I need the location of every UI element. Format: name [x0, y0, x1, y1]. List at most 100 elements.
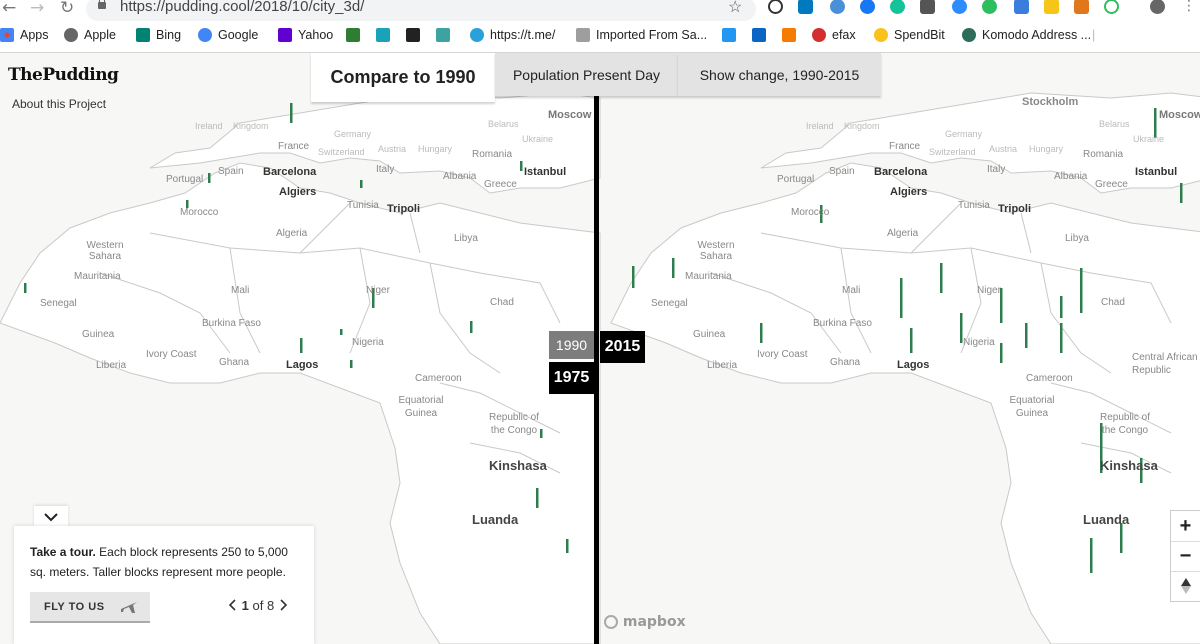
label-romania: Romania: [1083, 149, 1124, 160]
population-spike: [24, 283, 27, 293]
tour-title: Take a tour.: [30, 545, 96, 559]
label-western-sahara: Western Sahara: [86, 240, 124, 262]
population-spike: [520, 161, 523, 171]
zoom-out-button[interactable]: −: [1171, 541, 1200, 572]
extension-icon[interactable]: [768, 0, 783, 14]
chevron-left-icon[interactable]: [228, 599, 238, 611]
population-spike: [910, 328, 913, 353]
extension-icon[interactable]: [860, 0, 875, 14]
url-text[interactable]: https://pudding.cool/2018/10/city_3d/: [120, 0, 364, 15]
bookmark-bing[interactable]: Bing: [136, 28, 181, 42]
extension-icon[interactable]: [1014, 0, 1029, 14]
evernote-icon[interactable]: [982, 0, 997, 14]
label-ireland: Ireland: [195, 121, 223, 131]
chevron-down-icon: [44, 513, 58, 522]
population-spike: [760, 323, 763, 343]
about-link[interactable]: About this Project: [12, 97, 106, 111]
bookmark-folder[interactable]: Imported From Sa...: [576, 28, 707, 42]
extension-icon[interactable]: [1104, 0, 1119, 14]
fly-to-us-button[interactable]: FLY TO US: [30, 592, 150, 623]
menu-icon[interactable]: ⋮: [1182, 0, 1196, 14]
profile-avatar[interactable]: [1150, 0, 1165, 14]
label-niger: Niger: [366, 285, 390, 296]
zoom-in-button[interactable]: +: [1171, 511, 1200, 542]
population-spike: [1090, 538, 1093, 573]
bookmark-extra[interactable]: [722, 28, 742, 42]
label-switzerland: Switzerland: [318, 147, 365, 157]
chevron-right-icon[interactable]: [278, 599, 288, 611]
bookmark-extra[interactable]: [346, 28, 366, 42]
star-icon[interactable]: ☆: [728, 0, 742, 17]
label-burkina-faso: Burkina Faso: [202, 318, 261, 329]
population-spike: [350, 360, 353, 368]
tab-show-change[interactable]: Show change, 1990-2015: [678, 53, 881, 96]
bookmark-google[interactable]: Google: [198, 28, 258, 42]
zoom-icon[interactable]: [952, 0, 967, 14]
reload-icon[interactable]: ↻: [60, 0, 74, 18]
bookmark-amazon[interactable]: [406, 28, 426, 42]
zoom-controls: + −: [1170, 510, 1200, 602]
bookmark-apple[interactable]: Apple: [64, 28, 116, 42]
label-switzerland: Switzerland: [929, 147, 976, 157]
arrow-right-icon[interactable]: →: [30, 0, 44, 18]
bookmark-apps[interactable]: Apps: [0, 28, 49, 42]
label-hungary: Hungary: [418, 144, 453, 154]
pudding-logo[interactable]: ThePudding: [8, 65, 119, 85]
bookmark-extra[interactable]: [782, 28, 802, 42]
label-greece: Greece: [1095, 179, 1128, 190]
compare-slider-divider[interactable]: [594, 96, 599, 644]
label-ivory-coast: Ivory Coast: [757, 349, 808, 360]
label-nigeria: Nigeria: [963, 337, 995, 348]
google-icon: [198, 28, 212, 42]
bookmark-spendbit[interactable]: SpendBit: [874, 28, 945, 42]
tab-compare-1990[interactable]: Compare to 1990: [311, 53, 495, 102]
arrow-left-icon[interactable]: ←: [2, 0, 16, 18]
tab-population-present[interactable]: Population Present Day: [495, 53, 678, 96]
tour-toggle-button[interactable]: [34, 506, 68, 528]
city-moscow: Moscow: [548, 109, 592, 121]
label-hungary: Hungary: [1029, 144, 1064, 154]
extension-icon[interactable]: [830, 0, 845, 14]
grammarly-icon[interactable]: [890, 0, 905, 14]
compass-button[interactable]: [1171, 571, 1200, 601]
mapbox-attribution[interactable]: mapbox: [604, 614, 686, 630]
telegram-icon: [470, 28, 484, 42]
bookmark-extra[interactable]: [376, 28, 396, 42]
bookmark-icon: [722, 28, 736, 42]
qr-icon[interactable]: [920, 0, 935, 14]
label-italy: Italy: [987, 164, 1006, 175]
label-western-sahara: Western Sahara: [697, 240, 735, 262]
city-tripoli: Tripoli: [998, 203, 1031, 215]
apple-icon: [64, 28, 78, 42]
bookmark-yahoo[interactable]: Yahoo: [278, 28, 333, 42]
bookmark-efax[interactable]: efax: [812, 28, 856, 42]
bookmark-telegram[interactable]: https://t.me/: [470, 28, 555, 42]
label-libya: Libya: [454, 233, 478, 244]
label-belarus: Belarus: [488, 119, 519, 129]
label-france: France: [889, 141, 921, 152]
label-ireland: Ireland: [806, 121, 834, 131]
bookmark-linkedin[interactable]: [752, 28, 772, 42]
trello-icon[interactable]: [798, 0, 813, 14]
city-lagos: Lagos: [286, 359, 319, 371]
label-france: France: [278, 141, 310, 152]
label-equatorial-guinea: Equatorial Guinea: [1009, 395, 1055, 419]
bookmark-komodo[interactable]: Komodo Address ...: [962, 28, 1091, 42]
spendbit-icon: [874, 28, 888, 42]
label-belarus: Belarus: [1099, 119, 1130, 129]
year-1990-button[interactable]: 1990: [549, 331, 594, 359]
label-greece: Greece: [484, 179, 517, 190]
bookmark-extra[interactable]: [436, 28, 456, 42]
label-germany: Germany: [334, 129, 372, 139]
population-spike: [632, 266, 635, 288]
city-tripoli: Tripoli: [387, 203, 420, 215]
label-senegal: Senegal: [40, 298, 77, 309]
year-1975-button[interactable]: 1975: [549, 362, 594, 394]
label-chad: Chad: [1101, 297, 1125, 308]
population-spike: [536, 488, 539, 508]
city-algiers: Algiers: [890, 186, 928, 198]
population-spike: [470, 321, 473, 333]
komodo-icon: [962, 28, 976, 42]
metamask-icon[interactable]: [1074, 0, 1089, 14]
extension-icon[interactable]: [1044, 0, 1059, 14]
